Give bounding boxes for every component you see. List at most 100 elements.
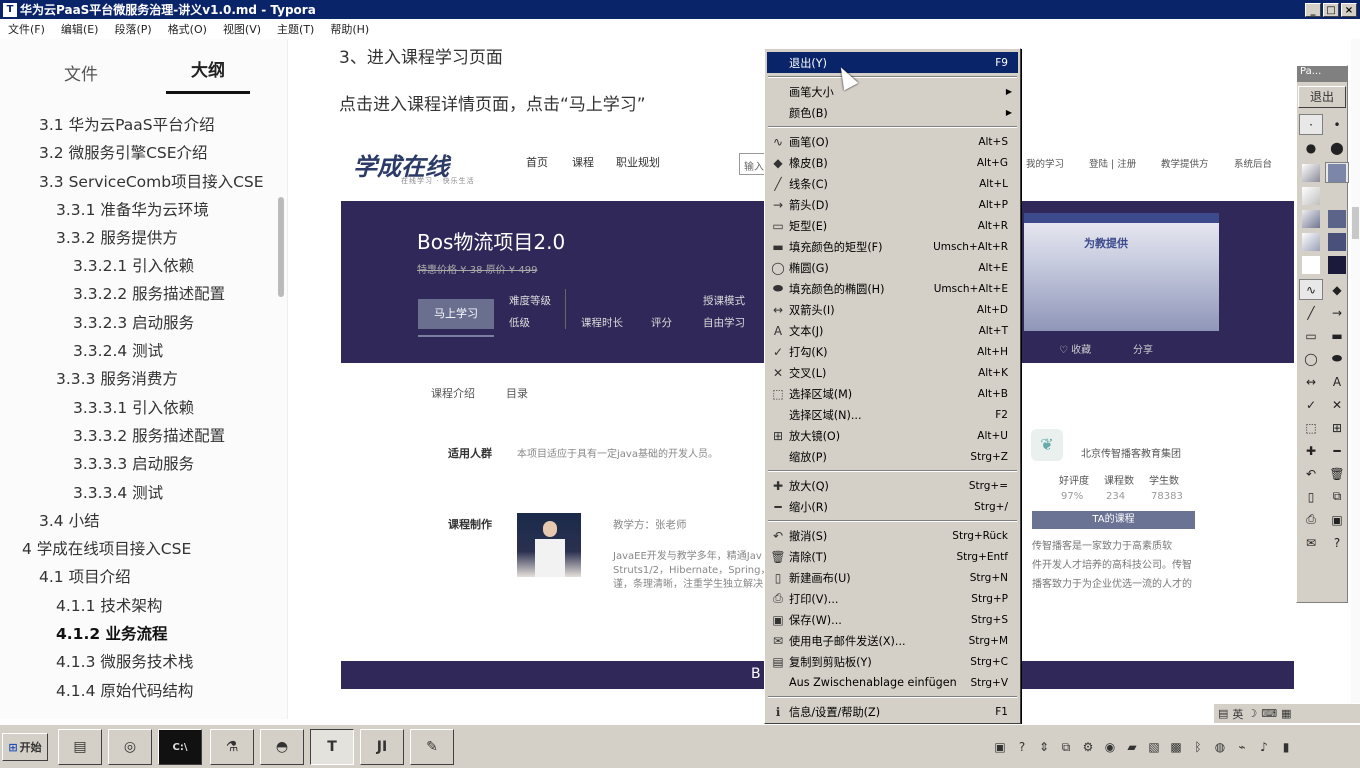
outline-item[interactable]: 3.3.2 服务提供方 [0, 224, 276, 252]
task-pen-tool[interactable]: ✎ [410, 729, 454, 765]
select-area-icon[interactable]: ⬚ [1299, 417, 1323, 438]
check-icon[interactable]: ✓ [1299, 394, 1323, 415]
tray-nvidia-icon[interactable]: ▰ [1124, 739, 1140, 755]
menu-help[interactable]: 帮助(H) [322, 21, 377, 37]
outline-item[interactable]: 3.3.3.4 测试 [0, 479, 276, 507]
menu-item[interactable]: → 箭头(D) Alt+P [767, 194, 1018, 215]
menu-item[interactable]: ⎙ 打印(V)... Strg+P [767, 588, 1018, 609]
task-app[interactable]: ◓ [260, 729, 304, 765]
close-button[interactable]: × [1341, 2, 1357, 17]
menu-item[interactable]: 选择区域(N)... F2 [767, 404, 1018, 425]
task-intellij[interactable]: JI [360, 729, 404, 765]
filled-ellipse-icon[interactable]: ⬬ [1325, 348, 1349, 369]
window-titlebar[interactable]: T 华为云PaaS平台微服务治理-讲义v1.0.md - Typora _ □ … [0, 0, 1360, 19]
magnifier-icon[interactable]: ⊞ [1325, 417, 1349, 438]
tray-media-icon[interactable]: ▧ [1146, 739, 1162, 755]
outline-item[interactable]: 3.2 微服务引擎CSE介绍 [0, 139, 276, 167]
tray-usb-icon[interactable]: ⌁ [1234, 739, 1250, 755]
color-swatch-3[interactable] [1299, 185, 1323, 206]
menu-paragraph[interactable]: 段落(P) [106, 21, 159, 37]
color-swatch-6[interactable] [1325, 208, 1349, 229]
color-swatch-4[interactable] [1325, 185, 1349, 206]
tray-globe-icon[interactable]: ◍ [1212, 739, 1228, 755]
color-swatch-8[interactable] [1325, 231, 1349, 252]
filled-rectangle-icon[interactable]: ▬ [1325, 325, 1349, 346]
rectangle-icon[interactable]: ▭ [1299, 325, 1323, 346]
menu-item[interactable]: ◆ 橡皮(B) Alt+G [767, 152, 1018, 173]
menu-item[interactable]: Aus Zwischenablage einfügen Strg+V [767, 672, 1018, 693]
keyboard-icon[interactable]: ⌨ [1261, 707, 1277, 720]
info-icon[interactable]: ? [1325, 532, 1349, 553]
tray-window-icon[interactable]: ⧉ [1058, 739, 1074, 755]
copy-icon[interactable]: ⧉ [1325, 486, 1349, 507]
menu-item[interactable]: ↶ 撤消(S) Strg+Rück [767, 525, 1018, 546]
pen-icon[interactable]: ∿ [1299, 279, 1323, 300]
menu-theme[interactable]: 主题(T) [269, 21, 322, 37]
tray-expand-icon[interactable]: ⇕ [1036, 739, 1052, 755]
sidebar-scrollbar[interactable] [278, 197, 284, 297]
trash-icon[interactable]: 🗑 [1325, 463, 1349, 484]
menu-item[interactable]: 颜色(B) ▶ [767, 102, 1018, 123]
outline-item[interactable]: 4.1.3 微服务技术栈 [0, 648, 276, 676]
outline-item[interactable]: 4.1 项目介绍 [0, 563, 276, 591]
document-scrollbar-thumb[interactable] [1352, 207, 1359, 239]
outline-item[interactable]: 3.4 小结 [0, 507, 276, 535]
mail-icon[interactable]: ✉ [1299, 532, 1323, 553]
tab-files[interactable]: 文件 [64, 60, 98, 85]
menu-item[interactable]: ▯ 新建画布(U) Strg+N [767, 567, 1018, 588]
lang-english[interactable]: 英 [1232, 706, 1243, 722]
maximize-button[interactable]: □ [1323, 2, 1339, 17]
outline-item[interactable]: 3.3.3.2 服务描述配置 [0, 422, 276, 450]
zoom-out-icon[interactable]: ━ [1325, 440, 1349, 461]
grid-icon[interactable]: ▦ [1281, 707, 1291, 720]
document-scrollbar[interactable] [1351, 39, 1360, 719]
outline-item[interactable]: 3.3.1 准备华为云环境 [0, 196, 276, 224]
pen-size-3[interactable]: ● [1299, 137, 1323, 158]
tab-outline[interactable]: 大纲 [166, 58, 250, 94]
tray-volume-icon[interactable]: ♪ [1256, 739, 1272, 755]
menu-item[interactable]: 缩放(P) Strg+Z [767, 446, 1018, 467]
menu-item[interactable]: ▬ 填充颜色的矩型(F) Umsch+Alt+R [767, 236, 1018, 257]
outline-item[interactable]: 3.3.2.4 测试 [0, 337, 276, 365]
menu-item[interactable]: ∿ 画笔(O) Alt+S [767, 131, 1018, 152]
minimize-button[interactable]: _ [1305, 2, 1321, 17]
ime-icon[interactable]: ▤ [1218, 707, 1228, 720]
eraser-icon[interactable]: ◆ [1325, 279, 1349, 300]
menu-item[interactable]: ✚ 放大(Q) Strg+= [767, 475, 1018, 496]
task-tool[interactable]: ⚗ [210, 729, 254, 765]
menu-item[interactable]: ⬬ 填充颜色的椭圆(H) Umsch+Alt+E [767, 278, 1018, 299]
menu-item[interactable]: ━ 缩小(R) Strg+/ [767, 496, 1018, 517]
menu-view[interactable]: 视图(V) [215, 21, 269, 37]
pen-size-4[interactable]: ⬤ [1325, 137, 1349, 158]
menu-file[interactable]: 文件(F) [0, 21, 53, 37]
zoom-in-icon[interactable]: ✚ [1299, 440, 1323, 461]
outline-item[interactable]: 3.3.2.1 引入依赖 [0, 252, 276, 280]
menu-item[interactable]: ◯ 椭圆(G) Alt+E [767, 257, 1018, 278]
menu-item[interactable]: A 文本(J) Alt+T [767, 320, 1018, 341]
color-swatch-9[interactable] [1299, 254, 1323, 275]
outline-item[interactable]: 3.3.3 服务消费方 [0, 365, 276, 393]
menu-item[interactable]: ▤ 复制到剪贴板(Y) Strg+C [767, 651, 1018, 672]
outline-item[interactable]: 4.1.4 原始代码结构 [0, 677, 276, 705]
start-button[interactable]: ⊞ 开始 [2, 733, 48, 761]
text-icon[interactable]: A [1325, 371, 1349, 392]
task-cmd[interactable]: C:\ [158, 729, 202, 765]
outline-item[interactable]: 3.3.2.2 服务描述配置 [0, 280, 276, 308]
double-arrow-icon[interactable]: ↔ [1299, 371, 1323, 392]
menu-item[interactable]: ↔ 双箭头(I) Alt+D [767, 299, 1018, 320]
color-swatch-7[interactable] [1299, 231, 1323, 252]
tray-signal-icon[interactable]: ▮ [1278, 739, 1294, 755]
moon-icon[interactable]: ☽ [1247, 707, 1257, 720]
menu-format[interactable]: 格式(O) [160, 21, 215, 37]
color-swatch-5[interactable] [1299, 208, 1323, 229]
ellipse-icon[interactable]: ◯ [1299, 348, 1323, 369]
save-icon[interactable]: ▣ [1325, 509, 1349, 530]
tray-bluetooth-icon[interactable]: ᛒ [1190, 739, 1206, 755]
outline-item[interactable]: 4 学成在线项目接入CSE [0, 535, 276, 563]
pen-size-2[interactable]: • [1325, 114, 1349, 135]
menu-item[interactable]: 🗑 清除(T) Strg+Entf [767, 546, 1018, 567]
pen-size-1[interactable]: · [1299, 114, 1323, 135]
menu-edit[interactable]: 编辑(E) [53, 21, 107, 37]
undo-icon[interactable]: ↶ [1299, 463, 1323, 484]
menu-item[interactable]: ▭ 矩型(E) Alt+R [767, 215, 1018, 236]
